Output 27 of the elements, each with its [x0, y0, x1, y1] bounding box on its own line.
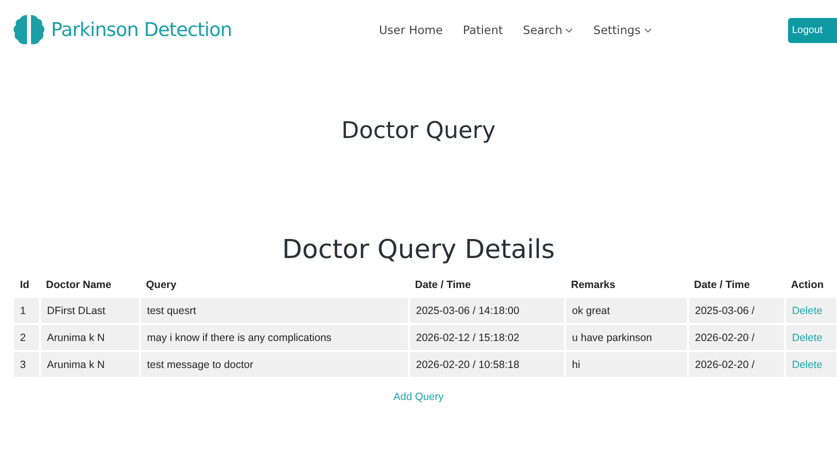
nav-link[interactable]: Settings [593, 23, 652, 37]
column-header: Remarks [565, 271, 688, 298]
delete-link[interactable]: Delete [792, 304, 822, 316]
column-header: Doctor Name [40, 271, 140, 298]
page-title: Doctor Query [340, 118, 497, 144]
brand-name[interactable]: Parkinson Detection [51, 19, 232, 41]
nav-link[interactable]: User Home [379, 23, 443, 37]
chevron-down-icon [565, 28, 574, 32]
column-header: Date / Time [688, 271, 785, 298]
column-header: Id [14, 271, 40, 298]
logout-button[interactable]: Logout [788, 18, 837, 42]
chevron-down-icon [644, 28, 652, 32]
delete-link[interactable]: Delete [792, 358, 822, 370]
column-header: Date / Time [409, 271, 565, 298]
delete-link[interactable]: Delete [792, 332, 822, 344]
table-cell: hi [565, 351, 688, 378]
table-cell: 2026-02-20 / 10:58:18 [409, 351, 565, 378]
add-query-link[interactable]: Add Query [393, 391, 444, 403]
table-cell: 2026-02-20 / [688, 351, 785, 378]
section-title: Doctor Query Details [281, 235, 556, 265]
table-cell: test message to doctor [140, 351, 409, 378]
table-cell: Arunima k N [40, 351, 140, 378]
nav-link[interactable]: Patient [462, 23, 503, 37]
table-cell: 3 [14, 351, 40, 378]
column-header: Query [140, 271, 409, 298]
column-header: Action [785, 271, 837, 298]
nav-link[interactable]: Search [522, 23, 574, 37]
